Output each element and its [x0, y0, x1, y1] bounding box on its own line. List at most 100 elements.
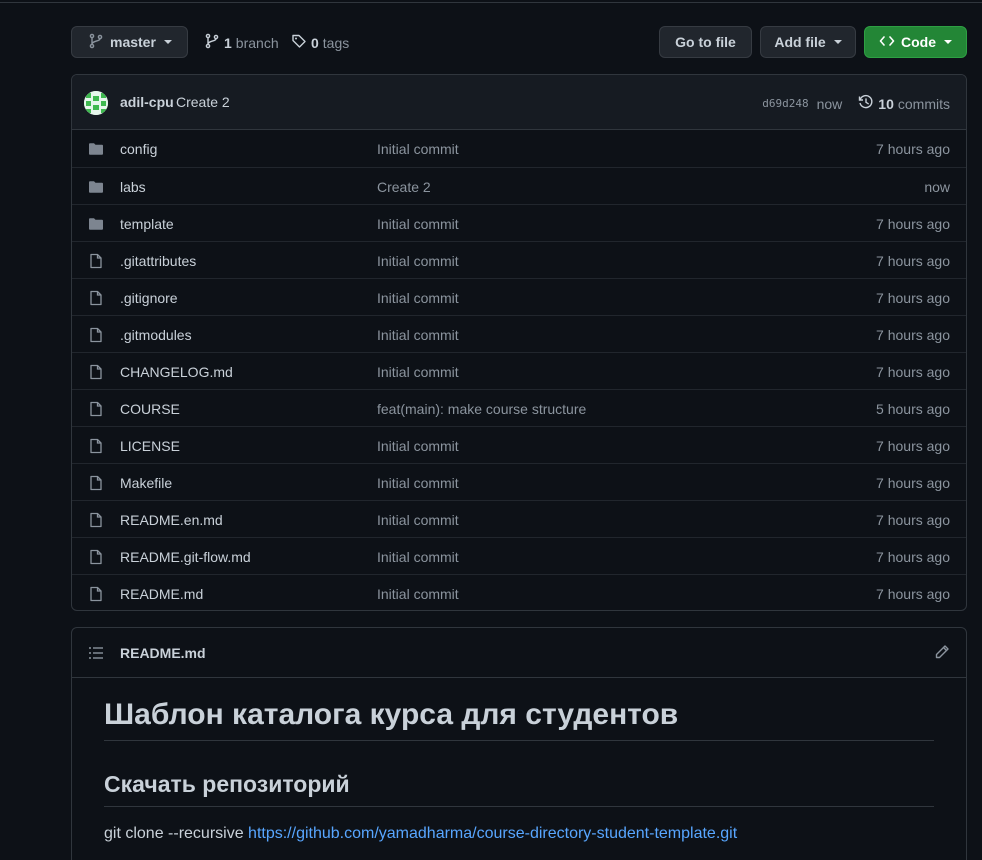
file-age: 7 hours ago — [876, 586, 950, 602]
file-age: 7 hours ago — [876, 512, 950, 528]
commits-count: 10 — [878, 95, 894, 112]
file-name[interactable]: template — [120, 216, 174, 232]
file-icon — [88, 401, 104, 420]
code-button[interactable]: Code — [864, 26, 967, 58]
file-icon — [88, 364, 104, 383]
add-file-label: Add file — [774, 34, 826, 50]
file-row[interactable]: README.en.md Initial commit 7 hours ago — [72, 500, 966, 537]
file-browser: adil-cpu Create 2 d69d248 now 10 commits… — [71, 74, 967, 611]
file-age: 7 hours ago — [876, 364, 950, 380]
file-commit-message[interactable]: Initial commit — [377, 290, 459, 306]
file-row[interactable]: COURSE feat(main): make course structure 5… — [72, 389, 966, 426]
file-icon — [88, 475, 104, 494]
file-name[interactable]: .gitmodules — [120, 327, 192, 343]
file-age: 7 hours ago — [876, 549, 950, 565]
tags-label: tags — [322, 34, 350, 51]
commits-label: commits — [897, 95, 950, 112]
readme-panel: README.md Шаблон каталога курса для студ… — [71, 627, 967, 860]
tag-icon — [291, 33, 307, 52]
code-icon — [879, 33, 895, 52]
pencil-icon[interactable] — [934, 644, 950, 663]
file-icon — [88, 512, 104, 531]
file-name[interactable]: CHANGELOG.md — [120, 364, 233, 380]
file-name[interactable]: Makefile — [120, 475, 172, 491]
chevron-down-icon — [944, 40, 952, 44]
readme-filename[interactable]: README.md — [120, 645, 206, 661]
file-row[interactable]: CHANGELOG.md Initial commit 7 hours ago — [72, 352, 966, 389]
file-commit-message[interactable]: Initial commit — [377, 216, 459, 232]
tags-link[interactable]: 0 tags — [291, 33, 349, 52]
branches-link[interactable]: 1 branch — [204, 33, 279, 52]
list-icon[interactable] — [88, 645, 104, 664]
file-row[interactable]: Makefile Initial commit 7 hours ago — [72, 463, 966, 500]
file-icon — [88, 290, 104, 309]
file-age: now — [924, 179, 950, 195]
branch-name: master — [110, 34, 156, 50]
readme-header: README.md — [72, 628, 966, 678]
file-name[interactable]: config — [120, 141, 157, 157]
file-commit-message[interactable]: Initial commit — [377, 438, 459, 454]
history-icon — [858, 94, 874, 113]
file-row[interactable]: .gitignore Initial commit 7 hours ago — [72, 278, 966, 315]
file-row[interactable]: .gitattributes Initial commit 7 hours ago — [72, 241, 966, 278]
file-name[interactable]: .gitignore — [120, 290, 178, 306]
file-age: 7 hours ago — [876, 290, 950, 306]
readme-heading-1: Шаблон каталога курса для студентов — [104, 698, 934, 741]
file-row[interactable]: config Initial commit 7 hours ago — [72, 130, 966, 167]
latest-commit-bar: adil-cpu Create 2 d69d248 now 10 commits — [72, 75, 966, 130]
code-label: Code — [901, 34, 936, 50]
commits-link[interactable]: 10 commits — [858, 94, 950, 113]
file-commit-message[interactable]: Initial commit — [377, 253, 459, 269]
chevron-down-icon — [163, 40, 172, 44]
file-icon — [88, 327, 104, 346]
top-divider — [0, 0, 982, 3]
file-name[interactable]: README.git-flow.md — [120, 549, 251, 565]
folder-icon — [88, 216, 104, 235]
folder-icon — [88, 179, 104, 198]
file-icon — [88, 586, 104, 605]
file-commit-message[interactable]: Initial commit — [377, 141, 459, 157]
add-file-button[interactable]: Add file — [760, 26, 856, 58]
clone-url-link[interactable]: https://github.com/yamadharma/course-dir… — [248, 825, 737, 842]
file-row[interactable]: labs Create 2 now — [72, 167, 966, 204]
go-to-file-button[interactable]: Go to file — [659, 26, 752, 58]
file-name[interactable]: COURSE — [120, 401, 180, 417]
commit-message[interactable]: Create 2 — [176, 94, 230, 110]
file-name[interactable]: README.md — [120, 586, 203, 602]
file-age: 7 hours ago — [876, 438, 950, 454]
file-name[interactable]: README.en.md — [120, 512, 223, 528]
file-name[interactable]: LICENSE — [120, 438, 180, 454]
file-name[interactable]: .gitattributes — [120, 253, 196, 269]
file-row[interactable]: README.md Initial commit 7 hours ago — [72, 574, 966, 610]
branches-count: 1 — [224, 34, 232, 51]
file-commit-message[interactable]: Create 2 — [377, 179, 431, 195]
file-row[interactable]: template Initial commit 7 hours ago — [72, 204, 966, 241]
file-row[interactable]: .gitmodules Initial commit 7 hours ago — [72, 315, 966, 352]
tags-count: 0 — [311, 34, 319, 51]
commit-time: now — [816, 95, 843, 112]
file-age: 7 hours ago — [876, 216, 950, 232]
file-age: 7 hours ago — [876, 253, 950, 269]
file-commit-message[interactable]: Initial commit — [377, 327, 459, 343]
file-commit-message[interactable]: Initial commit — [377, 549, 459, 565]
file-row[interactable]: README.git-flow.md Initial commit 7 hours … — [72, 537, 966, 574]
readme-clone-paragraph: git clone --recursive https://github.com… — [104, 825, 737, 843]
avatar[interactable] — [84, 91, 108, 115]
file-icon — [88, 438, 104, 457]
chevron-down-icon — [833, 40, 842, 44]
commit-author[interactable]: adil-cpu — [120, 94, 174, 110]
file-icon — [88, 253, 104, 272]
file-row[interactable]: LICENSE Initial commit 7 hours ago — [72, 426, 966, 463]
commit-sha[interactable]: d69d248 — [762, 97, 808, 110]
file-name[interactable]: labs — [120, 179, 146, 195]
commit-meta: d69d248 now 10 commits — [762, 94, 950, 113]
file-commit-message[interactable]: Initial commit — [377, 364, 459, 380]
file-commit-message[interactable]: Initial commit — [377, 586, 459, 602]
file-age: 7 hours ago — [876, 475, 950, 491]
file-icon — [88, 549, 104, 568]
file-commit-message[interactable]: feat(main): make course structure — [377, 401, 586, 417]
file-commit-message[interactable]: Initial commit — [377, 512, 459, 528]
file-list: config Initial commit 7 hours ago labs Creat… — [72, 130, 966, 610]
file-commit-message[interactable]: Initial commit — [377, 475, 459, 491]
branch-select-button[interactable]: master — [71, 26, 188, 58]
